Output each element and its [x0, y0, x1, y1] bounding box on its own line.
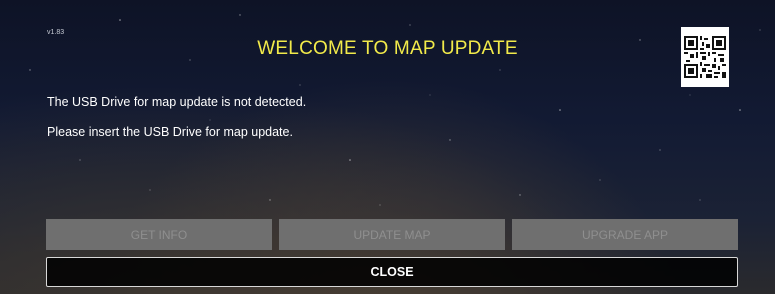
close-button[interactable]: CLOSE	[46, 257, 738, 287]
insert-usb-instruction: Please insert the USB Drive for map upda…	[47, 125, 293, 139]
upgrade-app-button[interactable]: UPGRADE APP	[512, 219, 738, 250]
get-info-button[interactable]: GET INFO	[46, 219, 272, 250]
action-button-row: GET INFO UPDATE MAP UPGRADE APP	[46, 219, 738, 250]
map-update-screen: v1.83 WELCOME TO MAP UPDATE The USB Driv…	[0, 0, 775, 294]
page-title: WELCOME TO MAP UPDATE	[257, 38, 518, 59]
usb-not-detected-message: The USB Drive for map update is not dete…	[47, 95, 307, 109]
version-label: v1.83	[47, 29, 65, 36]
qr-code-icon	[681, 27, 729, 87]
update-map-button[interactable]: UPDATE MAP	[279, 219, 505, 250]
